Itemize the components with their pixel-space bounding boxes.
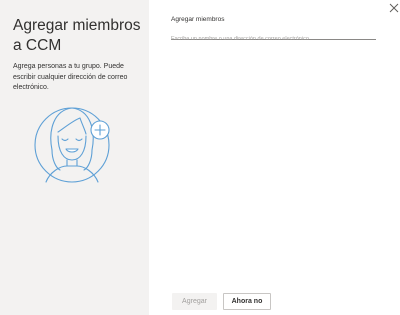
members-field-label: Agregar miembros — [171, 16, 225, 23]
not-now-button[interactable]: Ahora no — [223, 293, 271, 310]
members-input[interactable] — [171, 33, 376, 45]
members-input-container — [171, 27, 376, 45]
close-icon[interactable] — [388, 2, 400, 14]
left-panel: Agregar miembros a CCM Agrega personas a… — [0, 0, 149, 315]
dialog-title: Agregar miembros a CCM — [13, 17, 141, 54]
add-button[interactable]: Agregar — [172, 293, 217, 310]
dialog-description: Agrega personas a tu grupo. Puede escrib… — [13, 63, 128, 91]
person-add-illustration — [34, 107, 110, 183]
right-panel — [149, 0, 400, 315]
